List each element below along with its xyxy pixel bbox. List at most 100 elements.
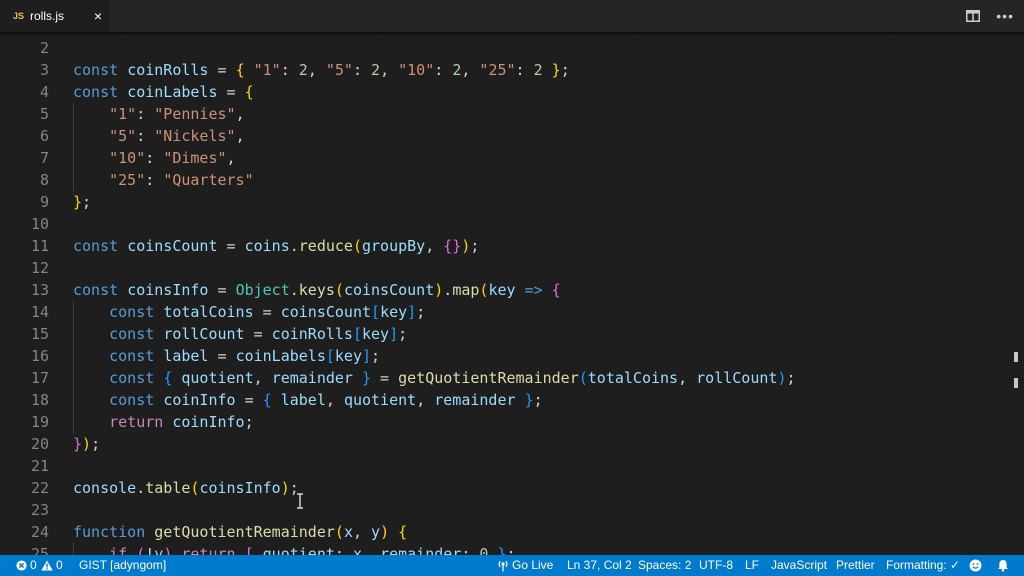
code-token: 2 — [298, 61, 308, 79]
code-token: : — [515, 61, 534, 79]
line-number: 3 — [39, 61, 49, 79]
broadcast-icon[interactable] — [497, 559, 509, 572]
scrollbar-marker[interactable] — [1014, 378, 1018, 388]
code-token: , — [678, 369, 697, 387]
code-line[interactable]: 13 const coinsInfo = Object.keys(coinsCou… — [0, 279, 1010, 301]
code-text: return coinInfo; — [73, 411, 254, 433]
code-line[interactable]: 14 const totalCoins = coinsCount[key]; — [0, 301, 1010, 323]
code-line[interactable]: 22 console.table(coinsInfo); — [0, 477, 1010, 499]
code-token: coinInfo — [172, 413, 245, 431]
code-line[interactable]: 11 const coinsCount = coins.reduce(groupB… — [0, 235, 1010, 257]
code-line[interactable]: 10 — [0, 213, 1010, 235]
code-token: const — [73, 83, 119, 101]
more-actions-icon[interactable]: ••• — [996, 8, 1014, 24]
code-token: return — [109, 413, 164, 431]
code-line[interactable]: 24 function getQuotientRemainder(x, y) { — [0, 521, 1010, 543]
tab-label: rolls.js — [30, 9, 65, 23]
code-line[interactable]: 8 "25": "Quarters" — [0, 169, 1010, 191]
code-token: groupBy — [362, 237, 426, 255]
code-line[interactable]: 23 — [0, 499, 1010, 521]
code-token: "25" — [109, 171, 146, 189]
code-editor[interactable]: 2 3 const coinRolls = { "1": 2, "5": 2, "1… — [0, 32, 1024, 555]
split-editor-icon[interactable] — [966, 10, 981, 22]
encoding[interactable]: UTF-8 — [699, 555, 733, 576]
smiley-icon[interactable] — [969, 559, 982, 572]
code-line[interactable]: 9}; — [0, 191, 1010, 213]
error-icon[interactable] — [16, 560, 27, 571]
error-count[interactable]: 0 — [30, 555, 37, 576]
code-token: : — [136, 127, 155, 145]
code-token: key — [334, 347, 362, 365]
code-line[interactable]: 4 const coinLabels = { — [0, 81, 1010, 103]
code-token: key — [362, 325, 390, 343]
code-token: , — [235, 127, 245, 145]
code-token: . — [443, 281, 453, 299]
code-token: . — [289, 281, 299, 299]
line-number: 13 — [30, 281, 49, 299]
code-token: = — [253, 303, 281, 321]
line-ending[interactable]: LF — [745, 555, 759, 576]
code-token: key — [380, 303, 408, 321]
code-token: } — [497, 545, 507, 555]
code-token: remainder — [271, 369, 353, 387]
line-number: 21 — [30, 457, 49, 475]
code-line[interactable]: 2 — [0, 37, 1010, 59]
formatting-status[interactable]: Formatting: ✓ — [886, 555, 960, 576]
code-text: if (!y) return [ quotient: x, remainder:… — [73, 543, 515, 555]
code-line[interactable]: 15 const rollCount = coinRolls[key]; — [0, 323, 1010, 345]
line-number: 8 — [39, 171, 49, 189]
code-line[interactable]: 19 return coinInfo; — [0, 411, 1010, 433]
code-line[interactable]: 21 — [0, 455, 1010, 477]
code-token: reduce — [298, 237, 353, 255]
gist-account[interactable]: GIST [adyngom] — [79, 555, 166, 576]
prettier-status[interactable]: Prettier — [836, 555, 875, 576]
code-token: coinRolls — [271, 325, 353, 343]
code-token: ; — [560, 61, 570, 79]
code-text: const totalCoins = coinsCount[key]; — [73, 301, 425, 323]
code-line[interactable]: 17 const { quotient, remainder } = getQu… — [0, 367, 1010, 389]
code-token: { — [551, 281, 561, 299]
code-token: 2 — [371, 61, 381, 79]
code-token: coinLabels — [127, 83, 218, 101]
code-line[interactable]: 16 const label = coinLabels[key]; — [0, 345, 1010, 367]
warning-count[interactable]: 0 — [56, 555, 63, 576]
code-text: const coinInfo = { label, quotient, rema… — [73, 389, 543, 411]
code-line[interactable]: 6 "5": "Nickels", — [0, 125, 1010, 147]
go-live-button[interactable]: Go Live — [512, 555, 553, 576]
code-line[interactable]: 7 "10": "Dimes", — [0, 147, 1010, 169]
bell-icon[interactable] — [997, 559, 1009, 572]
code-token: : — [434, 61, 453, 79]
language-mode[interactable]: JavaScript — [771, 555, 827, 576]
cursor-position[interactable]: Ln 37, Col 2 — [567, 555, 632, 576]
code-token: const — [109, 391, 155, 409]
tab-rolls-js[interactable]: JS rolls.js × — [0, 0, 110, 32]
code-line[interactable]: 20}); — [0, 433, 1010, 455]
indentation[interactable]: Spaces: 2 — [638, 555, 691, 576]
code-line[interactable]: 5 "1": "Pennies", — [0, 103, 1010, 125]
code-token: coinLabels — [235, 347, 326, 365]
warning-icon[interactable] — [41, 560, 53, 571]
code-token: } — [73, 435, 83, 453]
code-token: } — [551, 61, 561, 79]
code-text: const rollCount = coinRolls[key]; — [73, 323, 407, 345]
code-token: remainder — [380, 545, 462, 555]
code-token: { — [244, 83, 254, 101]
code-line[interactable]: 25 if (!y) return [ quotient: x, remaind… — [0, 543, 1010, 555]
code-token: , — [253, 369, 272, 387]
code-token: "10" — [398, 61, 435, 79]
code-line[interactable]: 18 const coinInfo = { label, quotient, r… — [0, 389, 1010, 411]
code-token: { — [163, 369, 173, 387]
scrollbar-marker[interactable] — [1014, 352, 1018, 362]
code-line[interactable]: 12 — [0, 257, 1010, 279]
code-line[interactable]: 3 const coinRolls = { "1": 2, "5": 2, "10… — [0, 59, 1010, 81]
close-icon[interactable]: × — [91, 8, 105, 24]
